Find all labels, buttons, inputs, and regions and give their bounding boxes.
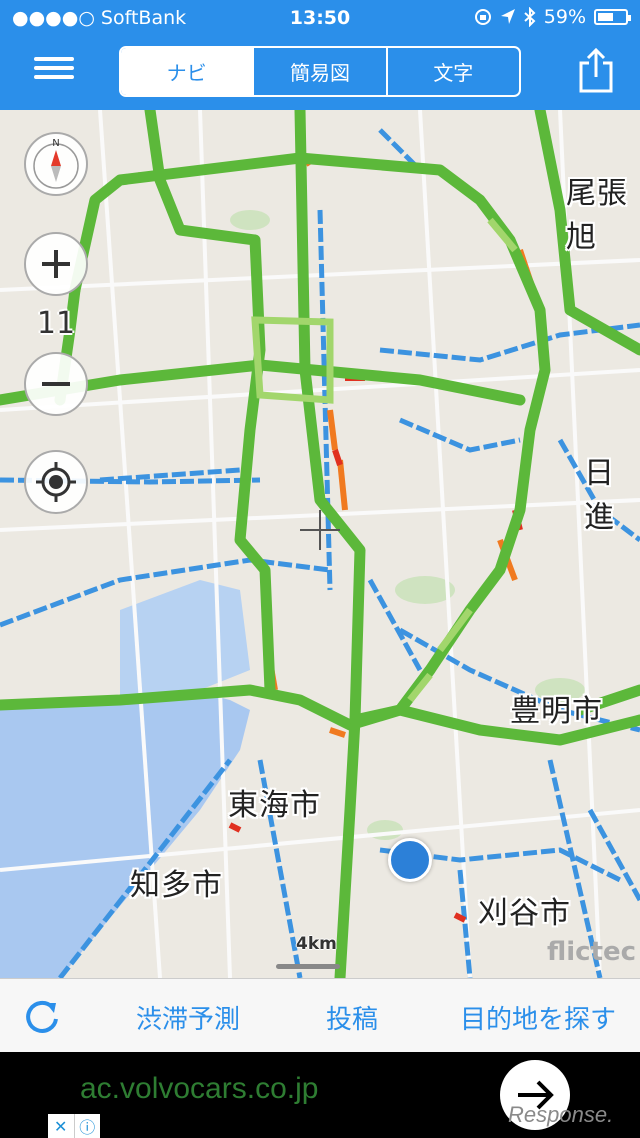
locate-icon [36, 462, 76, 502]
zoom-level: 11 [36, 306, 76, 341]
ad-choices[interactable]: ✕ ⓘ [48, 1114, 100, 1138]
orientation-lock-icon [474, 9, 491, 25]
minus-icon [42, 382, 70, 386]
tab-navi[interactable]: ナビ [121, 48, 253, 95]
post-button[interactable]: 投稿 [326, 999, 378, 1036]
place-label-toyoake: 豊明市 [510, 694, 603, 729]
watermark: Response. [508, 1102, 614, 1127]
bluetooth-icon [524, 7, 536, 27]
map-scale-label: 4km [296, 934, 337, 954]
ad-url[interactable]: ac.volvocars.co.jp [80, 1072, 318, 1106]
share-button[interactable] [578, 47, 614, 93]
app-header: ●●●●○ SoftBank 13:50 59% ナビ 簡易図 文字 [0, 0, 640, 110]
status-right: 59% [474, 6, 631, 28]
tab-text[interactable]: 文字 [385, 48, 519, 95]
bay-water [0, 690, 250, 978]
map-scale-bar [276, 964, 340, 969]
bottom-toolbar: 渋滞予測 投稿 目的地を探す [0, 978, 640, 1052]
brand-logo: flictec [547, 937, 637, 967]
compass-icon: N [33, 138, 79, 189]
plus-icon [42, 250, 70, 278]
status-bar: ●●●●○ SoftBank 13:50 59% [0, 0, 640, 38]
search-destination-button[interactable]: 目的地を探す [460, 999, 616, 1036]
map-center-crosshair [300, 510, 340, 550]
zoom-out-button[interactable] [24, 352, 88, 416]
share-icon [579, 47, 613, 93]
menu-button[interactable] [34, 52, 74, 88]
view-mode-tabs: ナビ 簡易図 文字 [119, 46, 521, 97]
battery-icon [594, 9, 631, 25]
place-label-chita: 知多市 [130, 868, 223, 903]
tab-simple-map[interactable]: 簡易図 [252, 48, 385, 95]
ad-close-icon[interactable]: ✕ [48, 1114, 74, 1138]
refresh-icon [26, 1000, 58, 1033]
traffic-forecast-button[interactable]: 渋滞予測 [136, 999, 240, 1036]
compass-button[interactable]: N [24, 132, 88, 196]
place-label-tokai: 東海市 [228, 788, 321, 823]
current-location-marker[interactable] [388, 838, 432, 882]
battery-percent: 59% [543, 6, 586, 28]
svg-text:N: N [52, 138, 59, 149]
refresh-button[interactable] [22, 997, 62, 1037]
zoom-in-button[interactable] [24, 232, 88, 296]
current-location-button[interactable] [24, 450, 88, 514]
ad-banner[interactable]: ac.volvocars.co.jp ✕ ⓘ Response. [0, 1052, 640, 1138]
menu-icon [34, 57, 74, 61]
place-label-nisshin: 日進 [584, 456, 615, 535]
traffic-map[interactable]: 尾張旭 日進 豊明市 東海市 知多市 刈谷市 N 11 4km flictec [0, 110, 640, 978]
location-arrow-icon [500, 9, 515, 24]
ad-info-icon[interactable]: ⓘ [73, 1114, 101, 1138]
place-label-kariya: 刈谷市 [478, 896, 571, 931]
place-label-owariasahi: 尾張旭 [566, 176, 628, 255]
